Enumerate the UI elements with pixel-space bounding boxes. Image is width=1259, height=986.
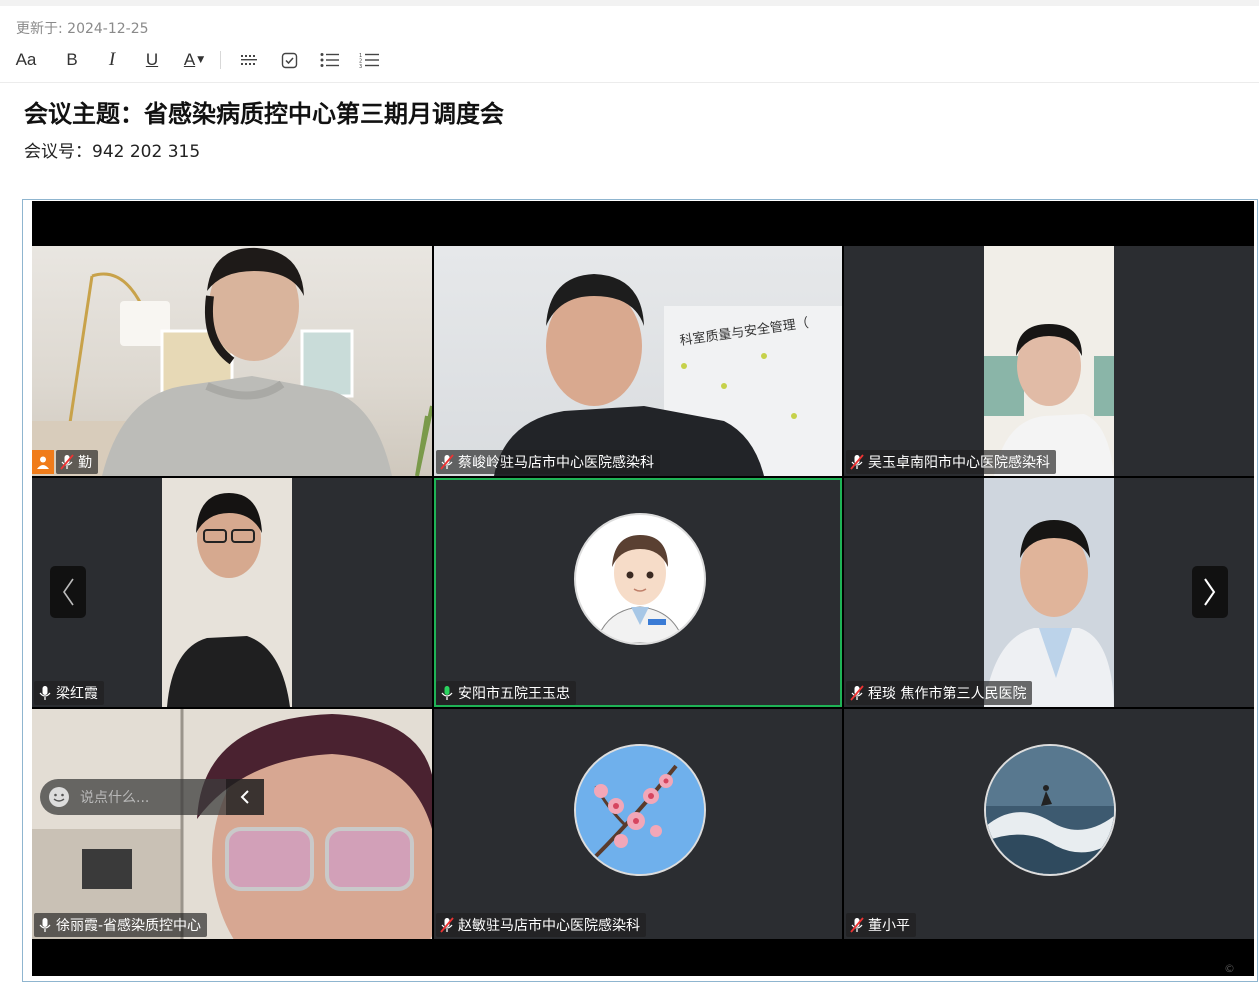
meeting-screenshot: 勤 科室质量与安全管理（ 蔡峻岭驻马店市中心医院感染科 吴玉卓南阳市中心医院感染… [32,201,1254,976]
doctor-avatar-icon [595,535,685,643]
participant-video [494,274,764,476]
participant-name: 董小平 [868,918,910,934]
mic-icon [39,918,51,932]
next-page-button[interactable] [1192,566,1228,618]
participant-label: 徐丽霞-省感染质控中心 [34,913,208,937]
participant-video [102,247,392,476]
participant-name: 安阳市五院王玉忠 [458,686,570,702]
numbered-list-icon: 123 [359,53,379,68]
previous-page-button[interactable] [50,566,86,618]
corner-mark: © [1224,962,1235,975]
checkbox-icon [281,52,297,68]
blossom-avatar-icon [576,746,704,874]
video-tile[interactable]: 梁红霞 [32,478,432,707]
text-style-button[interactable]: Aa [12,45,40,75]
participant-label: 梁红霞 [34,681,104,705]
mic-active-icon [441,686,453,700]
video-tile-active-speaker[interactable]: 安阳市五院王玉忠 [434,478,842,707]
toolbar-bottom-border [0,82,1259,83]
participant-name: 蔡峻岭驻马店市中心医院感染科 [458,455,654,471]
participant-name: 徐丽霞-省感染质控中心 [56,918,202,934]
italic-button[interactable]: I [92,45,132,75]
video-tile[interactable]: 勤 [32,246,432,476]
meeting-title: 会议主题：省感染病质控中心第三期月调度会 [24,100,504,128]
participant-label: 董小平 [846,913,916,937]
bold-button[interactable]: B [52,45,92,75]
user-icon [37,456,49,469]
participant-name: 勤 [78,455,92,471]
mic-icon [39,686,51,700]
bullet-list-icon [320,53,339,67]
participant-label: 程琰 焦作市第三人民医院 [846,681,1033,705]
participant-name: 吴玉卓南阳市中心医院感染科 [868,455,1050,471]
mic-muted-icon [440,917,454,933]
mic-muted-icon [850,685,864,701]
participant-video [162,478,292,707]
collapse-chat-button[interactable] [226,779,264,815]
italic-label: I [108,49,116,70]
mic-muted-icon [850,917,864,933]
mic-muted-icon [440,454,454,470]
video-tile[interactable]: 董小平 [844,709,1254,939]
chevron-right-icon [1204,578,1216,606]
participant-name: 梁红霞 [56,686,98,702]
participant-name: 程琰 焦作市第三人民医院 [868,686,1027,702]
svg-text:3: 3 [359,64,362,68]
avatar [574,744,706,876]
participant-video [984,246,1114,476]
video-tile[interactable]: 程琰 焦作市第三人民医院 [844,478,1254,707]
participant-label: 赵敏驻马店市中心医院感染科 [436,913,646,937]
emoji-icon [49,787,69,807]
participant-video [32,709,432,939]
updated-date: 更新于: 2024-12-25 [16,21,149,37]
host-badge [32,450,54,474]
text-style-label: Aa [15,50,37,69]
numbered-list-button[interactable]: 123 [349,45,389,75]
video-tile[interactable]: 科室质量与安全管理（ 蔡峻岭驻马店市中心医院感染科 [434,246,842,476]
underline-button[interactable]: U [132,45,172,75]
underline-label: U [145,50,159,69]
chat-placeholder: 说点什么... [80,790,150,806]
chevron-left-icon [63,578,74,606]
mic-muted-icon [60,454,74,470]
chat-input-bar[interactable]: 说点什么... [40,779,226,815]
surf-avatar-icon [986,746,1114,874]
font-color-button[interactable]: A ▼ [172,45,216,75]
editor-toolbar: Aa B I U A ▼ 123 [12,44,389,76]
font-color-label: A [183,50,196,69]
toolbar-separator [220,51,221,69]
dotted-divider-icon [241,55,257,65]
bold-label: B [66,50,78,69]
avatar [984,744,1116,876]
top-divider [0,0,1259,6]
video-tile[interactable]: 赵敏驻马店市中心医院感染科 [434,709,842,939]
video-grid: 勤 科室质量与安全管理（ 蔡峻岭驻马店市中心医院感染科 吴玉卓南阳市中心医院感染… [32,246,1254,939]
meeting-id: 会议号：942 202 315 [24,142,201,162]
chevron-left-icon [240,790,249,804]
checkbox-button[interactable] [269,45,309,75]
video-tile[interactable]: 说点什么... 徐丽霞-省感染质控中心 [32,709,432,939]
chevron-down-icon: ▼ [197,55,205,65]
participant-label: 蔡峻岭驻马店市中心医院感染科 [436,450,660,474]
participant-label: 安阳市五院王玉忠 [436,681,576,705]
avatar [574,513,706,645]
bullet-list-button[interactable] [309,45,349,75]
video-tile[interactable]: 吴玉卓南阳市中心医院感染科 [844,246,1254,476]
participant-label: 勤 [56,450,98,474]
participant-label: 吴玉卓南阳市中心医院感染科 [846,450,1056,474]
mic-muted-icon [850,454,864,470]
participant-name: 赵敏驻马店市中心医院感染科 [458,918,640,934]
divider-insert-button[interactable] [229,45,269,75]
